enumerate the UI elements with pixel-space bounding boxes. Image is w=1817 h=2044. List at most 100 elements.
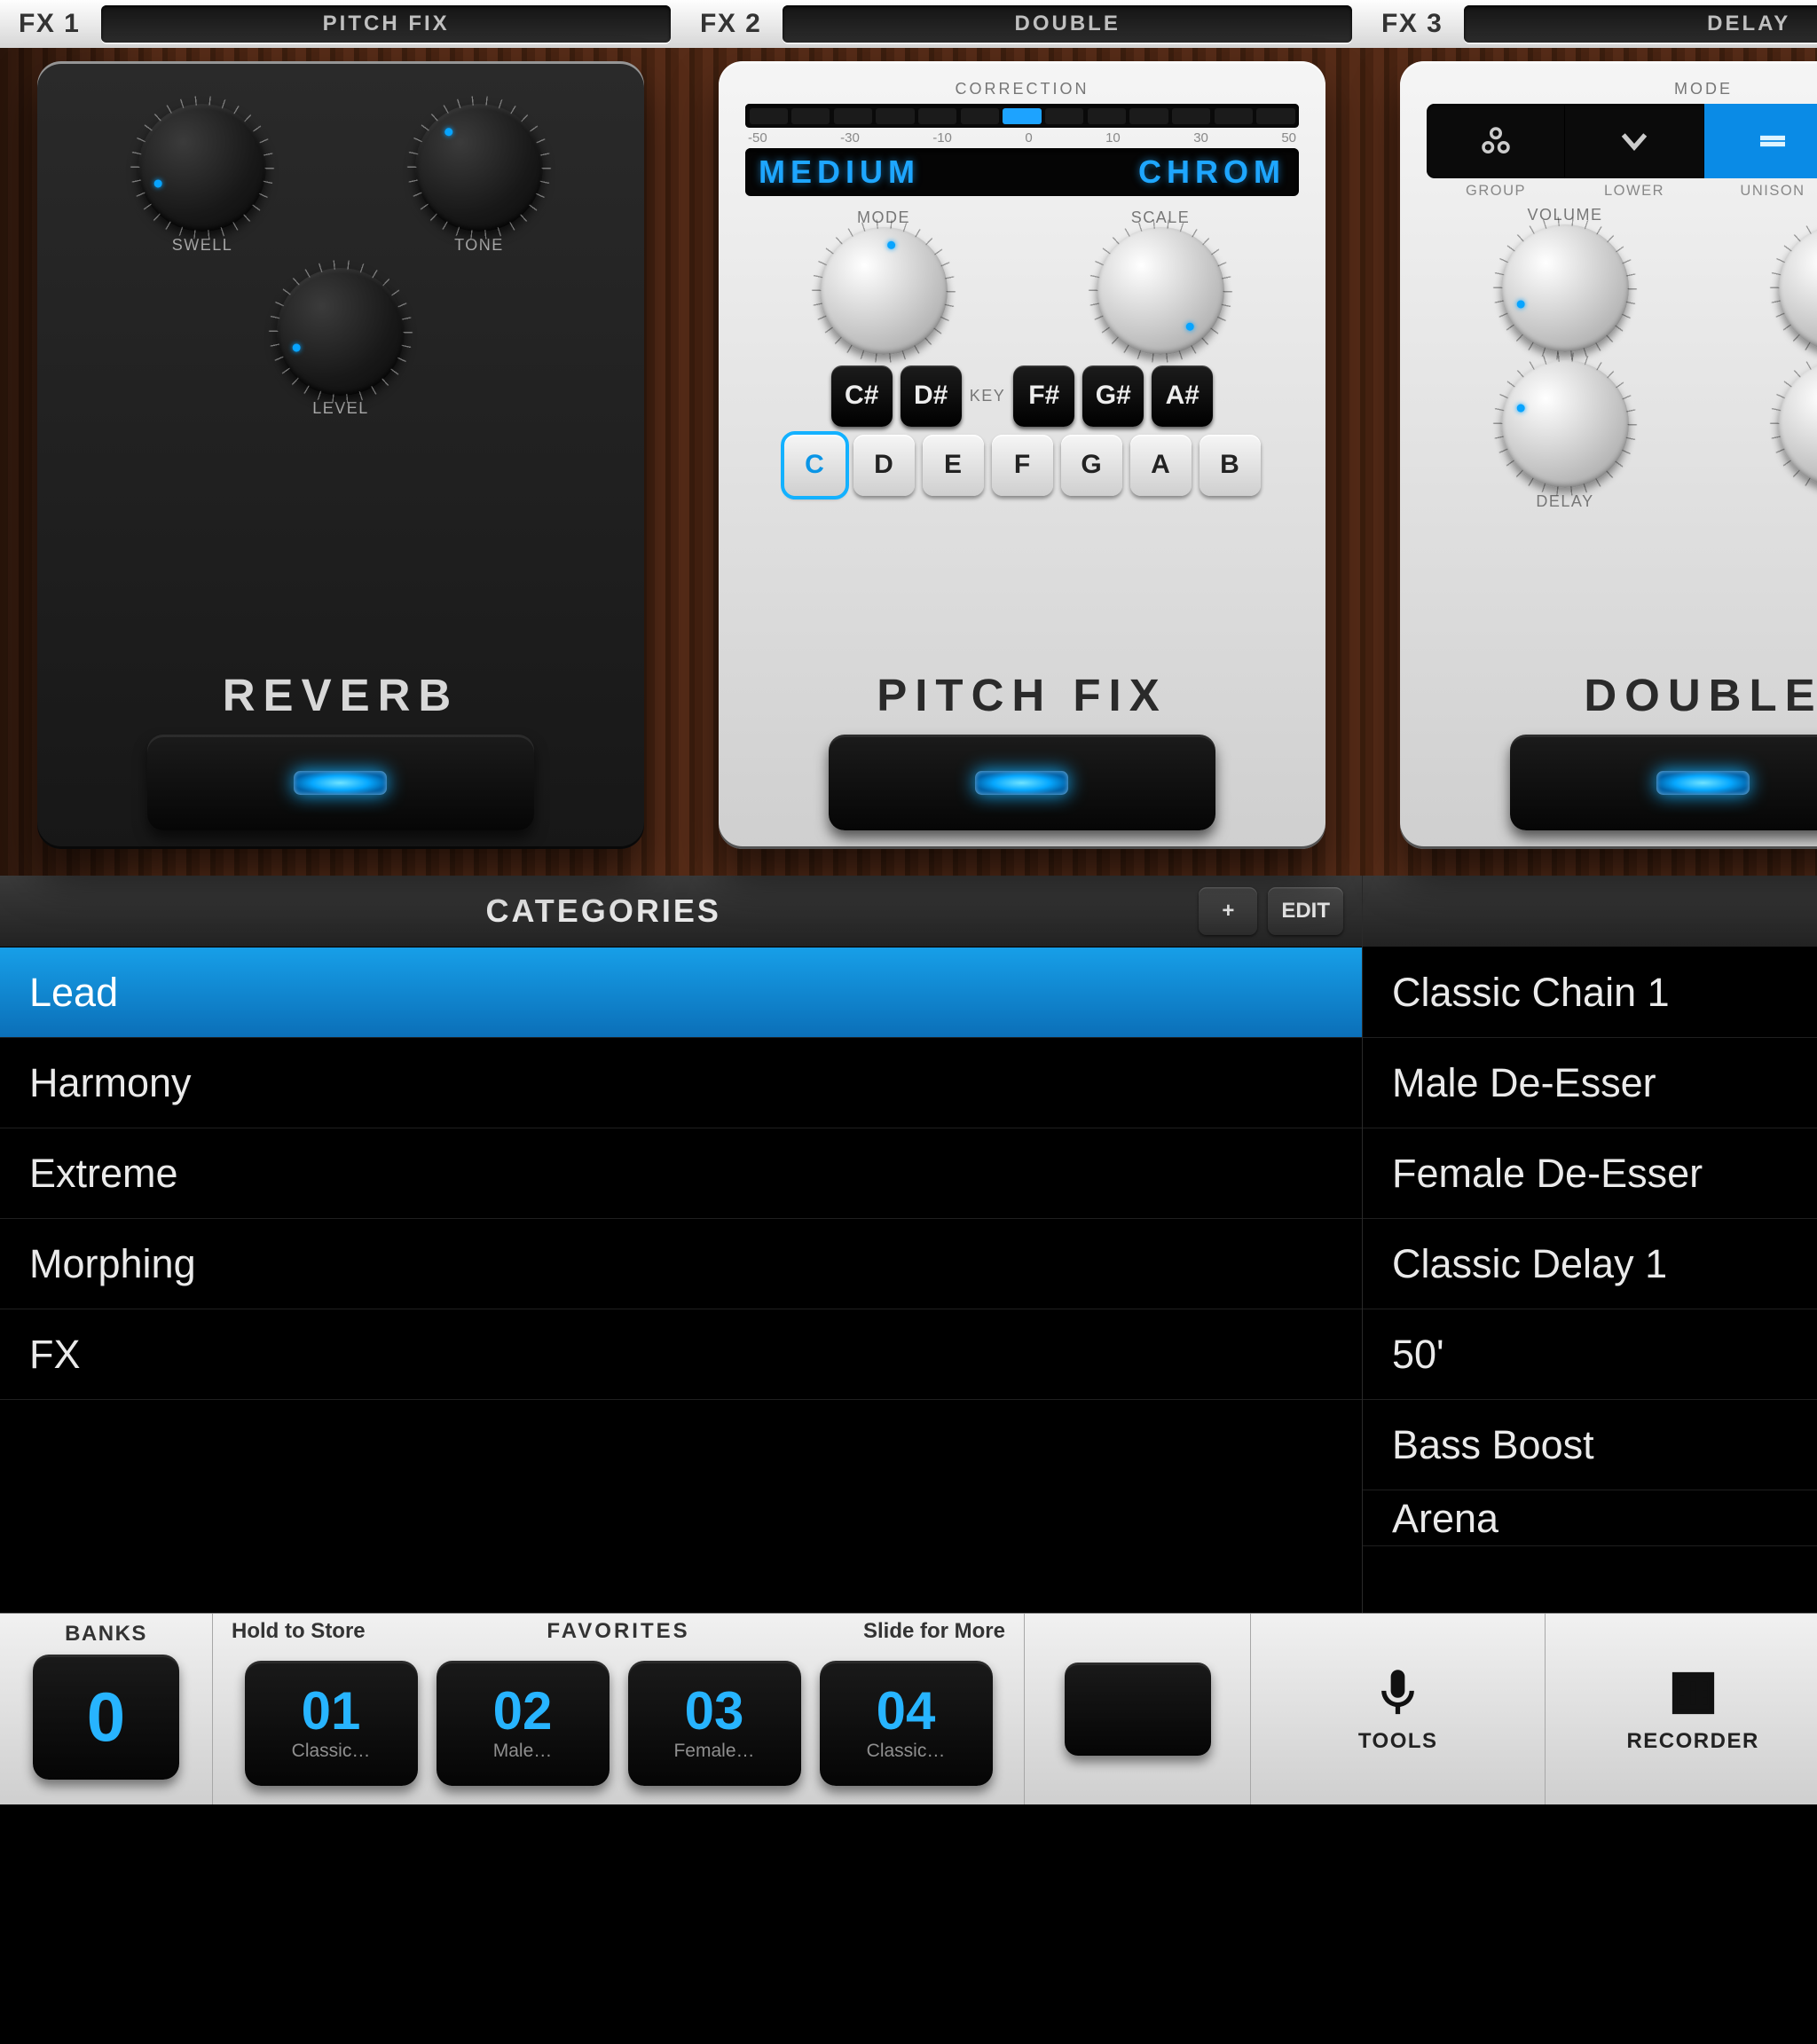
category-row[interactable]: Morphing [0, 1219, 1362, 1309]
pedalboard: CORRECTION -50-30-100103050 MEDIUM CHROM… [0, 48, 1817, 876]
preset-row[interactable]: Female De-Esser [1363, 1128, 1817, 1219]
fx-tab-1[interactable]: FX 1 PITCH FIX [0, 0, 681, 48]
drywet-knob[interactable] [1778, 360, 1817, 488]
fx-tab-3[interactable]: FX 3 DELAY [1363, 0, 1817, 48]
delay-knob[interactable] [1501, 360, 1629, 488]
favorite-name: Classic… [867, 1741, 946, 1762]
favorite-name: Female… [673, 1741, 754, 1762]
key-g#[interactable]: G# [1082, 366, 1144, 427]
favorite-button[interactable]: 04 Classic… [820, 1661, 993, 1786]
level-knob[interactable] [277, 268, 405, 396]
fx-tab-2[interactable]: FX 2 DOUBLE [681, 0, 1363, 48]
fx-slot-label: FX 2 [692, 9, 769, 39]
presets-header: PRESETS + EDIT SAVE [1363, 876, 1817, 947]
key-b[interactable]: B [1200, 435, 1261, 496]
microphone-icon [1370, 1665, 1426, 1721]
mode-row [1427, 104, 1817, 178]
tools-button[interactable]: TOOLS [1251, 1614, 1546, 1804]
recorder-button[interactable]: RECORDER [1546, 1614, 1817, 1804]
volume-knob[interactable] [1501, 224, 1629, 352]
favorite-button[interactable]: 02Male… [437, 1661, 610, 1786]
bank-number: 0 [87, 1677, 125, 1757]
favorite-name: Classic… [292, 1741, 371, 1762]
correction-meter [745, 104, 1299, 128]
preset-row[interactable]: Arena [1363, 1490, 1817, 1546]
categories-header: CATEGORIES + EDIT [0, 876, 1362, 947]
bank-button[interactable]: 0 [33, 1655, 179, 1780]
key-d[interactable]: D [853, 435, 915, 496]
preset-row[interactable]: Classic Chain 1 [1363, 947, 1817, 1038]
key-d#[interactable]: D# [901, 366, 962, 427]
led-icon [975, 771, 1068, 795]
footswitch[interactable] [1510, 735, 1817, 830]
fx-name-pill[interactable]: DOUBLE [783, 5, 1352, 43]
preset-row[interactable]: 50' [1363, 1309, 1817, 1400]
key-g[interactable]: G [1061, 435, 1122, 496]
favorite-button[interactable]: 03 Female… [628, 1661, 801, 1786]
favorites-cell: Hold to Store FAVORITES Slide for More 0… [213, 1614, 1025, 1804]
key-c[interactable]: C [784, 435, 846, 496]
banks-label: BANKS [65, 1622, 147, 1647]
lcd-right: CHROM [1138, 153, 1286, 191]
swell-knob[interactable] [138, 104, 266, 232]
category-row[interactable]: Harmony [0, 1038, 1362, 1128]
presets-panel: PRESETS + EDIT SAVE Classic Chain 1Male … [1363, 876, 1817, 1613]
preset-row[interactable]: Classic Delay 1 [1363, 1219, 1817, 1309]
preset-row[interactable]: Male De-Esser [1363, 1038, 1817, 1128]
edit-categories-button[interactable]: EDIT [1268, 887, 1343, 935]
key-f#[interactable]: F# [1013, 366, 1074, 427]
key-label: KEY [970, 387, 1006, 405]
category-list[interactable]: LeadHarmonyExtremeMorphingFX [0, 947, 1362, 1613]
sliders-icon [1665, 1665, 1721, 1721]
pedal-title: REVERB [64, 669, 617, 721]
categories-title: CATEGORIES [19, 892, 1188, 930]
mode-group-button[interactable] [1427, 104, 1565, 178]
mode-unison-button[interactable] [1704, 104, 1817, 178]
key-e[interactable]: E [923, 435, 984, 496]
banks-cell: BANKS 0 [0, 1614, 213, 1804]
stomp-cell [1025, 1614, 1251, 1804]
category-row[interactable]: Lead [0, 947, 1362, 1038]
category-row[interactable]: FX [0, 1309, 1362, 1400]
key-c#[interactable]: C# [831, 366, 893, 427]
mode-lower-button[interactable] [1565, 104, 1703, 178]
bottom-bar: BANKS 0 Hold to Store FAVORITES Slide fo… [0, 1613, 1817, 1804]
favorite-button[interactable]: 01 Classic… [245, 1661, 418, 1786]
pedal-double: MODE GROUPLOWERUNISONHIGHER VOLUME PAN D… [1400, 61, 1817, 849]
fx-tab-bar: FX 1 PITCH FIX FX 2 DOUBLE FX 3 DELAY FX… [0, 0, 1817, 48]
mode-section-label: MODE [1427, 80, 1817, 98]
mode-labels: GROUPLOWERUNISONHIGHER [1427, 178, 1817, 200]
mode-knob[interactable] [820, 227, 948, 355]
categories-panel: CATEGORIES + EDIT LeadHarmonyExtremeMorp… [0, 876, 1363, 1613]
presets-title: PRESETS [1381, 892, 1817, 930]
led-icon [1656, 771, 1750, 795]
add-category-button[interactable]: + [1199, 887, 1257, 935]
footswitch[interactable] [147, 735, 535, 830]
favorites-label: FAVORITES [213, 1619, 1024, 1644]
lcd-display: MEDIUM CHROM [745, 148, 1299, 196]
pan-knob[interactable] [1778, 224, 1817, 352]
favorite-number: 04 [877, 1685, 936, 1738]
fx-name-pill[interactable]: DELAY [1464, 5, 1817, 43]
key-a[interactable]: A [1130, 435, 1192, 496]
correction-label: CORRECTION [745, 80, 1299, 98]
stomp-button[interactable] [1065, 1663, 1211, 1756]
fx-name-pill[interactable]: PITCH FIX [101, 5, 671, 43]
category-row[interactable]: Extreme [0, 1128, 1362, 1219]
preset-row[interactable]: Bass Boost [1363, 1400, 1817, 1490]
pedal-reverb: SWELL TONE LEVEL REVERB [37, 61, 644, 849]
mode-unison-label: UNISON [1703, 183, 1817, 200]
led-icon [294, 771, 387, 795]
footswitch[interactable] [829, 735, 1216, 830]
preset-list[interactable]: Classic Chain 1Male De-EsserFemale De-Es… [1363, 947, 1817, 1613]
favorite-number: 03 [685, 1685, 744, 1738]
key-grid: C#D# KEY F#G#A# CDEFGAB [745, 366, 1299, 496]
recorder-label: RECORDER [1626, 1729, 1758, 1754]
key-f[interactable]: F [992, 435, 1053, 496]
scale-knob[interactable] [1097, 227, 1224, 355]
tone-knob[interactable] [415, 104, 543, 232]
key-a#[interactable]: A# [1152, 366, 1213, 427]
favorite-number: 01 [302, 1685, 361, 1738]
correction-ticks: -50-30-100103050 [745, 130, 1299, 145]
mode-group-label: GROUP [1427, 183, 1565, 200]
